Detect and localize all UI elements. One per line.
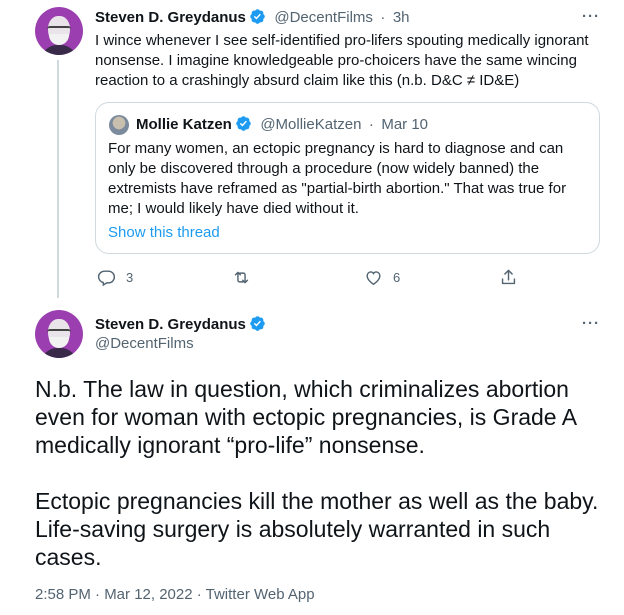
tweet-text-line: I wince whenever I see self-identified p… <box>95 32 589 49</box>
quoted-author-name: Mollie Katzen <box>136 116 232 133</box>
quoted-avatar[interactable] <box>109 115 129 135</box>
tweet-text-blank-line <box>35 459 598 487</box>
tweet-time[interactable]: 3h <box>393 9 410 26</box>
author-handle[interactable]: @DecentFilms <box>95 335 194 352</box>
share-button[interactable] <box>499 268 518 287</box>
like-button[interactable]: 6 <box>364 268 400 287</box>
verified-badge-icon <box>250 316 265 331</box>
verified-badge-icon <box>236 116 251 131</box>
like-count: 6 <box>393 270 401 285</box>
more-icon[interactable]: ··· <box>582 315 600 332</box>
avatar[interactable] <box>35 7 83 55</box>
reply-button[interactable]: 3 <box>97 268 133 287</box>
tweet-text: I wince whenever I see self-identified p… <box>95 31 589 91</box>
share-icon <box>501 269 516 285</box>
quoted-header: Mollie Katzen @MollieKatzen · Mar 10 <box>136 115 428 134</box>
tweet-text-line: Life-saving surgery is absolutely warran… <box>35 516 551 542</box>
quoted-text-line: only be discovered through a procedure (… <box>108 160 540 177</box>
author-name[interactable]: Steven D. Greydanus <box>95 9 246 26</box>
tweet-text-line: cases. <box>35 544 102 570</box>
quoted-text-line: extremists have reframed as "partial-bir… <box>108 180 567 197</box>
tweet-timestamp[interactable]: 2:58 PM · Mar 12, 2022 · Twitter Web App <box>35 586 315 603</box>
author-name[interactable]: Steven D. Greydanus <box>95 316 246 333</box>
tweet-text-line: reaction to a crashingly absurd claim li… <box>95 72 520 89</box>
more-icon[interactable]: ··· <box>582 8 600 25</box>
thread-connector-line <box>57 60 59 298</box>
tweet-header: Steven D. Greydanus <box>95 315 266 334</box>
tweet-text-line: medically ignorant “pro-life” nonsense. <box>35 432 425 458</box>
quoted-author-handle: @MollieKatzen <box>260 116 362 133</box>
tweet-text: N.b. The law in question, which criminal… <box>35 375 598 571</box>
verified-badge-icon <box>250 9 265 24</box>
tweet-text-line: Ectopic pregnancies kill the mother as w… <box>35 488 599 514</box>
tweet-text-line: even for woman with ectopic pregnancies,… <box>35 404 578 430</box>
tweet-text-line: N.b. The law in question, which criminal… <box>35 376 569 402</box>
tweet-text-line: nonsense. I imagine knowledgeable pro-ch… <box>95 52 577 69</box>
quoted-text-line: me; I would likely have died without it. <box>108 200 359 217</box>
reply-count: 3 <box>126 270 134 285</box>
quoted-tweet-date: Mar 10 <box>381 116 429 133</box>
tweet-header: Steven D. Greydanus @DecentFilms · 3h <box>95 8 410 27</box>
quoted-tweet-card[interactable]: Mollie Katzen @MollieKatzen · Mar 10 For… <box>95 102 600 254</box>
separator: · <box>380 9 386 26</box>
quoted-text-line: For many women, an ectopic pregnancy is … <box>108 140 564 157</box>
quoted-tweet-text: For many women, an ectopic pregnancy is … <box>108 139 566 219</box>
avatar[interactable] <box>35 310 83 358</box>
show-this-thread-link[interactable]: Show this thread <box>108 224 220 241</box>
retweet-icon <box>234 271 249 284</box>
like-icon <box>366 271 381 286</box>
reply-icon <box>97 270 116 287</box>
author-handle[interactable]: @DecentFilms <box>274 9 373 26</box>
retweet-button[interactable] <box>232 268 261 287</box>
separator: · <box>368 116 374 133</box>
